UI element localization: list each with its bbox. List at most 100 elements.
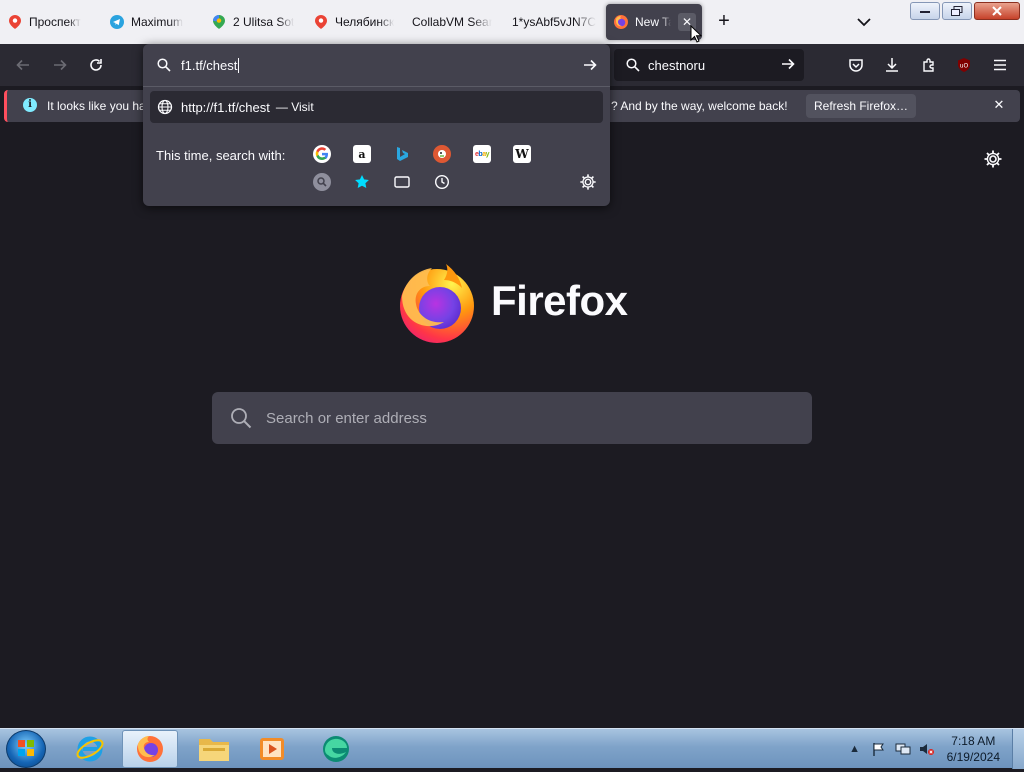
edge-icon xyxy=(323,736,349,762)
tab-label: New Tab xyxy=(635,15,671,29)
arrow-right-icon xyxy=(782,58,795,70)
divider xyxy=(143,86,610,87)
tab-icon xyxy=(394,176,410,188)
ebay-icon: ebay xyxy=(475,150,490,158)
ublock-button[interactable]: uO xyxy=(952,53,976,77)
search-bar-value: chestnoru xyxy=(648,57,706,73)
tab-label: Челябинск xyxy=(335,15,394,29)
search-mode-button[interactable] xyxy=(313,173,331,191)
new-tab-button[interactable]: + xyxy=(713,10,735,32)
suggestion-action: — Visit xyxy=(275,100,314,114)
tab-strip: Проспект Maximum 2 Ulitsa Sot Челябинск … xyxy=(0,0,1024,44)
amazon-icon: a xyxy=(358,147,366,161)
start-button[interactable] xyxy=(6,730,46,768)
volume-muted-icon[interactable] xyxy=(918,741,936,757)
url-suggestion-row[interactable]: http://f1.tf/chest — Visit xyxy=(150,91,603,123)
telegram-icon xyxy=(110,15,124,29)
bing-icon xyxy=(397,147,408,161)
tab-label: 2 Ulitsa Sot xyxy=(233,15,295,29)
notification-close-button[interactable]: ✕ xyxy=(990,96,1008,114)
amazon-search-engine-button[interactable]: a xyxy=(353,145,371,163)
windows-logo-icon xyxy=(18,740,34,756)
pocket-button[interactable] xyxy=(844,53,868,77)
tab-maximum[interactable]: Maximum xyxy=(110,4,202,40)
duckduckgo-icon xyxy=(438,150,446,158)
clock[interactable]: 7:18 AM 6/19/2024 xyxy=(947,733,1000,765)
map-pin-icon xyxy=(314,15,328,29)
arrow-right-icon xyxy=(584,59,597,71)
address-bar[interactable]: f1.tf/chest xyxy=(143,48,610,82)
google-search-engine-button[interactable] xyxy=(313,145,331,163)
arrow-right-icon xyxy=(54,59,67,71)
ebay-search-engine-button[interactable]: ebay xyxy=(473,145,491,163)
folder-icon xyxy=(199,739,229,761)
search-settings-button[interactable] xyxy=(579,173,597,191)
search-bar[interactable]: chestnoru xyxy=(614,49,804,81)
tabs-search-button[interactable] xyxy=(393,173,411,191)
tab-medium-image[interactable]: 1*ysAbf5vJN7C xyxy=(512,4,596,40)
tab-label: 1*ysAbf5vJN7C xyxy=(512,15,596,29)
tab-chelyabinsk[interactable]: Челябинск xyxy=(314,4,394,40)
wikipedia-icon: W xyxy=(515,147,529,161)
taskbar-internet-explorer[interactable] xyxy=(62,730,118,768)
notification-message: It looks like you ha xyxy=(47,99,146,113)
firefox-wordmark: Firefox xyxy=(491,277,628,324)
internet-explorer-icon xyxy=(76,736,104,762)
search-go-button[interactable] xyxy=(780,56,796,77)
bookmarks-search-button[interactable] xyxy=(353,173,371,191)
puzzle-icon xyxy=(923,58,934,72)
bing-search-engine-button[interactable] xyxy=(393,145,411,163)
action-center-flag-icon[interactable] xyxy=(870,741,888,757)
star-icon xyxy=(355,175,369,188)
network-icon[interactable] xyxy=(894,741,912,757)
refresh-firefox-button[interactable]: Refresh Firefox… xyxy=(806,94,916,118)
restore-button[interactable] xyxy=(942,2,972,20)
address-bar-value: f1.tf/chest xyxy=(181,57,240,73)
urlbar-popup: f1.tf/chest http://f1.tf/chest — Visit T… xyxy=(143,44,610,206)
back-button[interactable] xyxy=(11,53,35,77)
downloads-button[interactable] xyxy=(880,53,904,77)
minimize-button[interactable] xyxy=(910,2,940,20)
show-hidden-icons-button[interactable]: ▲ xyxy=(846,741,864,757)
hamburger-menu-icon xyxy=(994,59,1006,71)
gear-icon xyxy=(580,174,596,190)
ublock-origin-icon: uO xyxy=(958,58,970,72)
taskbar-media-player[interactable] xyxy=(244,730,300,768)
arrow-left-icon xyxy=(16,59,29,71)
tab-collabvm[interactable]: CollabVM Sear xyxy=(412,4,492,40)
taskbar-file-explorer[interactable] xyxy=(186,730,242,768)
close-window-button[interactable] xyxy=(974,2,1020,20)
customize-newtab-button[interactable] xyxy=(983,149,1003,169)
clock-date: 6/19/2024 xyxy=(946,750,1000,764)
show-desktop-button[interactable] xyxy=(1012,729,1024,769)
svg-text:uO: uO xyxy=(960,63,969,70)
taskbar-firefox[interactable] xyxy=(122,730,178,768)
forward-button[interactable] xyxy=(48,53,72,77)
firefox-icon xyxy=(137,736,163,762)
duckduckgo-search-engine-button[interactable] xyxy=(433,145,451,163)
tab-ulitsa[interactable]: 2 Ulitsa Sot xyxy=(212,4,304,40)
taskbar-edge[interactable] xyxy=(308,730,364,768)
history-search-button[interactable] xyxy=(433,173,451,191)
notification-message-end: ? And by the way, welcome back! xyxy=(611,99,788,113)
firefox-logo xyxy=(396,262,478,344)
newtab-search-field[interactable]: Search or enter address xyxy=(212,392,812,444)
map-pin-icon xyxy=(8,15,22,29)
media-player-icon xyxy=(260,738,284,760)
wikipedia-search-engine-button[interactable]: W xyxy=(513,145,531,163)
mouse-cursor-icon xyxy=(690,24,703,43)
chevron-down-icon xyxy=(857,18,871,27)
list-all-tabs-button[interactable] xyxy=(854,12,874,32)
address-go-button[interactable] xyxy=(582,57,598,78)
tab-prospekt[interactable]: Проспект xyxy=(8,4,100,40)
one-off-search-label: This time, search with: xyxy=(156,148,286,163)
tab-label: Проспект xyxy=(29,15,82,29)
menu-button[interactable] xyxy=(988,53,1012,77)
info-icon: i xyxy=(23,98,37,112)
reload-icon xyxy=(90,59,102,71)
pocket-icon xyxy=(849,59,863,72)
tab-label: Maximum xyxy=(131,15,184,29)
tab-new-tab[interactable]: New Tab ✕ xyxy=(606,4,702,40)
extensions-button[interactable] xyxy=(917,53,941,77)
reload-button[interactable] xyxy=(84,53,108,77)
